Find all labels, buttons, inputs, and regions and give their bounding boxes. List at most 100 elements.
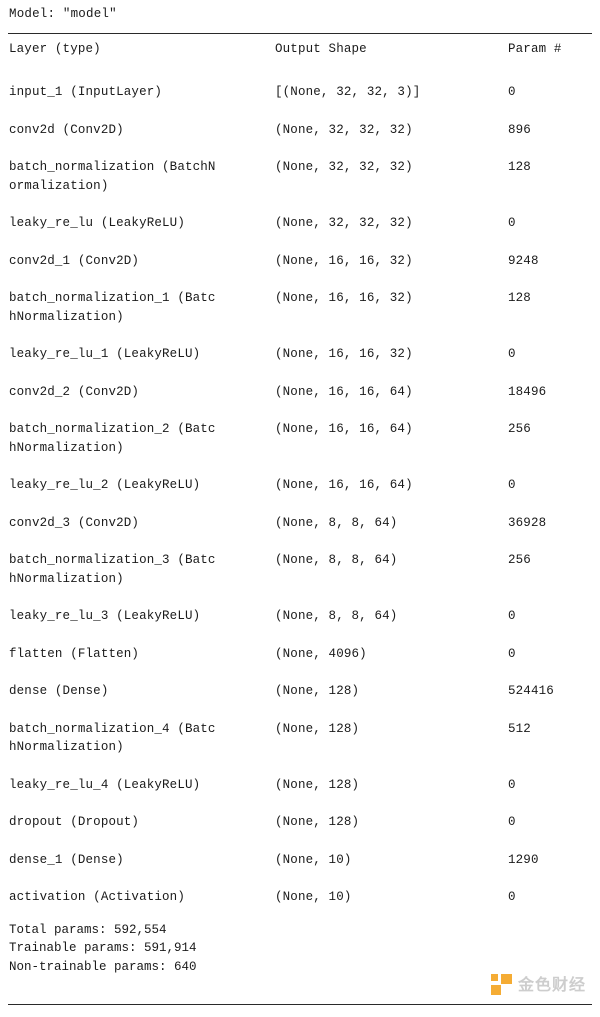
cell-layer-name: conv2d (Conv2D) (9, 122, 124, 137)
trainable-params: Trainable params: 591,914 (9, 941, 197, 955)
cell-layer-name: batch_normalization_3 (Batc hNormalizatio… (9, 551, 271, 588)
cell-param-count: 0 (508, 815, 516, 829)
cell-output-shape: (None, 32, 32, 32) (275, 160, 413, 174)
cell-param-count: 0 (508, 890, 516, 904)
cell-param-count: 256 (508, 422, 531, 436)
table-row: conv2d_2 (Conv2D) (None, 16, 16, 64) 18496 (8, 383, 592, 402)
table-row: activation (Activation) (None, 10) 0 (8, 888, 592, 907)
cell-param-count: 896 (508, 122, 531, 137)
table-row: leaky_re_lu (LeakyReLU) (None, 32, 32, 32… (8, 214, 592, 233)
cell-output-shape: (None, 16, 16, 64) (275, 478, 413, 492)
cell-layer-name: batch_normalization_2 (Batc hNormalizatio… (9, 420, 271, 457)
cell-param-count: 0 (508, 85, 516, 99)
table-row: batch_normalization (BatchN ormalization)… (8, 158, 592, 195)
cell-param-count: 18496 (508, 384, 547, 399)
jinse-logo-icon (490, 974, 512, 995)
cell-param-count: 0 (508, 478, 516, 492)
cell-layer-name: dense (Dense) (9, 684, 109, 698)
table-row: batch_normalization_2 (Batc hNormalizatio… (8, 420, 592, 457)
cell-output-shape: (None, 128) (275, 721, 360, 736)
cell-layer-name: leaky_re_lu_2 (LeakyReLU) (9, 478, 201, 492)
cell-layer-name: flatten (Flatten) (9, 646, 140, 661)
footer-bottom-rule (8, 1004, 592, 1005)
cell-output-shape: (None, 16, 16, 32) (275, 253, 413, 268)
column-header-param: Param # (508, 42, 562, 56)
cell-layer-name-continuation: hNormalization) (9, 440, 124, 455)
table-row: dense_1 (Dense) (None, 10) 1290 (8, 851, 592, 870)
cell-output-shape: [(None, 32, 32, 3)] (275, 85, 421, 99)
cell-output-shape: (None, 32, 32, 32) (275, 216, 413, 230)
cell-layer-name: conv2d_3 (Conv2D) (9, 515, 140, 530)
cell-output-shape: (None, 128) (275, 815, 360, 829)
cell-output-shape: (None, 32, 32, 32) (275, 122, 413, 137)
column-header-output-shape: Output Shape (275, 42, 367, 56)
watermark-label: 金色财经 (517, 974, 586, 994)
table-row: leaky_re_lu_1 (LeakyReLU) (None, 16, 16, … (8, 345, 592, 364)
header-top-rule (8, 33, 592, 34)
cell-output-shape: (None, 128) (275, 777, 360, 792)
cell-param-count: 128 (508, 160, 531, 174)
table-row: flatten (Flatten) (None, 4096) 0 (8, 645, 592, 664)
cell-param-count: 256 (508, 553, 531, 567)
cell-layer-name: conv2d_1 (Conv2D) (9, 253, 140, 268)
table-row: batch_normalization_4 (Batc hNormalizatio… (8, 720, 592, 757)
cell-layer-name: batch_normalization_4 (Batc hNormalizatio… (9, 720, 271, 757)
cell-layer-name-continuation: hNormalization) (9, 309, 124, 324)
cell-layer-name-continuation: ormalization) (9, 178, 109, 193)
cell-param-count: 0 (508, 646, 516, 661)
cell-param-count: 1290 (508, 852, 539, 867)
table-row: leaky_re_lu_2 (LeakyReLU) (None, 16, 16, … (8, 476, 592, 495)
table-row: leaky_re_lu_4 (LeakyReLU) (None, 128) 0 (8, 776, 592, 795)
cell-layer-name-continuation: hNormalization) (9, 571, 124, 586)
cell-output-shape: (None, 128) (275, 684, 360, 698)
table-row: conv2d_1 (Conv2D) (None, 16, 16, 32) 9248 (8, 252, 592, 271)
header-equals-separator: ========================================… (9, 63, 592, 70)
cell-layer-name: dropout (Dropout) (9, 815, 140, 829)
layer-rows-container: input_1 (InputLayer) [(None, 32, 32, 3)] 0… (8, 83, 592, 907)
model-summary-panel: Model: "model" Layer (type) Output Shape… (0, 0, 600, 1017)
column-header-layer: Layer (type) (9, 42, 101, 56)
totals-equals-separator: ========================================… (9, 910, 592, 917)
cell-output-shape: (None, 16, 16, 32) (275, 347, 413, 361)
table-row: dropout (Dropout) (None, 128) 0 (8, 813, 592, 832)
table-row: batch_normalization_3 (Batc hNormalizatio… (8, 551, 592, 588)
cell-param-count: 0 (508, 777, 516, 792)
cell-layer-name: leaky_re_lu (LeakyReLU) (9, 216, 185, 230)
watermark: 金色财经 (490, 974, 586, 995)
cell-output-shape: (None, 16, 16, 32) (275, 291, 413, 305)
cell-layer-name: leaky_re_lu_1 (LeakyReLU) (9, 347, 201, 361)
total-params: Total params: 592,554 (9, 922, 167, 937)
model-title: Model: "model" (9, 7, 117, 21)
cell-param-count: 524416 (508, 684, 554, 698)
cell-layer-name: leaky_re_lu_3 (LeakyReLU) (9, 609, 201, 623)
table-header-row: Layer (type) Output Shape Param # (8, 40, 592, 60)
cell-layer-name: dense_1 (Dense) (9, 852, 124, 867)
cell-param-count: 128 (508, 291, 531, 305)
cell-param-count: 0 (508, 216, 516, 230)
cell-param-count: 0 (508, 609, 516, 623)
cell-param-count: 9248 (508, 253, 539, 268)
cell-param-count: 512 (508, 721, 531, 736)
cell-layer-name: input_1 (InputLayer) (9, 85, 163, 99)
cell-layer-name: activation (Activation) (9, 890, 185, 904)
cell-output-shape: (None, 4096) (275, 646, 367, 661)
cell-output-shape: (None, 8, 8, 64) (275, 515, 398, 530)
cell-layer-name: leaky_re_lu_4 (LeakyReLU) (9, 777, 201, 792)
cell-output-shape: (None, 16, 16, 64) (275, 384, 413, 399)
table-row: leaky_re_lu_3 (LeakyReLU) (None, 8, 8, 64… (8, 607, 592, 626)
cell-layer-name: batch_normalization (BatchN ormalization) (9, 158, 271, 195)
table-row: conv2d (Conv2D) (None, 32, 32, 32) 896 (8, 121, 592, 140)
cell-output-shape: (None, 8, 8, 64) (275, 553, 398, 567)
cell-layer-name: conv2d_2 (Conv2D) (9, 384, 140, 399)
cell-param-count: 0 (508, 347, 516, 361)
cell-layer-name-continuation: hNormalization) (9, 740, 124, 754)
cell-output-shape: (None, 10) (275, 890, 352, 904)
cell-output-shape: (None, 10) (275, 852, 352, 867)
cell-output-shape: (None, 8, 8, 64) (275, 609, 398, 623)
cell-param-count: 36928 (508, 515, 547, 530)
table-row: input_1 (InputLayer) [(None, 32, 32, 3)] 0 (8, 83, 592, 102)
cell-layer-name: batch_normalization_1 (Batc hNormalizatio… (9, 289, 271, 326)
cell-output-shape: (None, 16, 16, 64) (275, 422, 413, 436)
table-row: dense (Dense) (None, 128) 524416 (8, 682, 592, 701)
table-row: conv2d_3 (Conv2D) (None, 8, 8, 64) 36928 (8, 514, 592, 533)
